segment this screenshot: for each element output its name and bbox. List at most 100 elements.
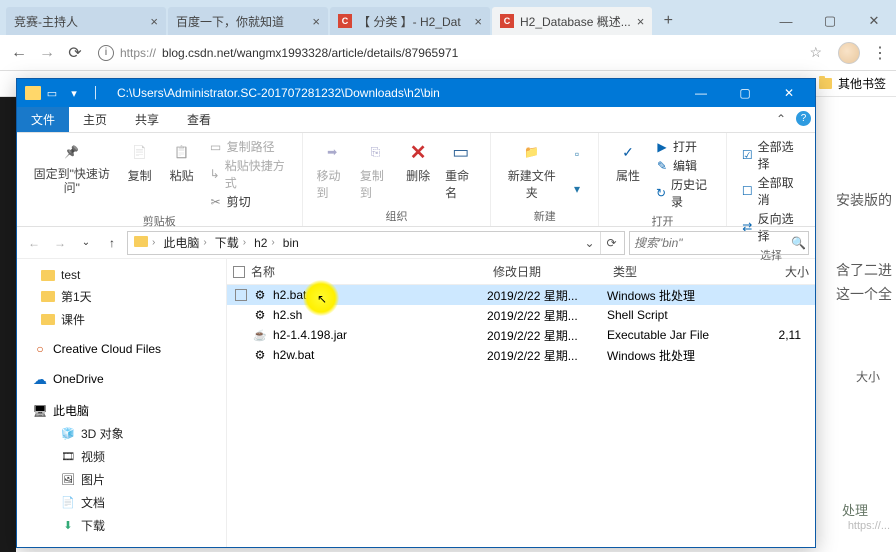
tab-close-icon[interactable]: × (474, 14, 482, 29)
properties-button[interactable]: 属性 (607, 137, 649, 211)
kebab-menu-icon[interactable]: ⋮ (872, 43, 888, 63)
explorer-titlebar[interactable]: ▭ ▾ │ C:\Users\Administrator.SC-20170728… (17, 79, 815, 107)
rename-button[interactable]: 重命名 (439, 137, 482, 206)
folder-icon (41, 290, 55, 304)
browser-tab-title: 竞赛-主持人 (14, 13, 144, 30)
copyto-button[interactable]: ⎘复制到 (354, 137, 397, 206)
browser-tab-0[interactable]: 竞赛-主持人 × (6, 7, 166, 35)
file-row[interactable]: h2w.bat 2019/2/22 星期... Windows 批处理 (227, 345, 815, 365)
search-box[interactable]: 🔍 (629, 231, 809, 255)
bat-icon (253, 288, 267, 302)
breadcrumb-item[interactable]: bin (279, 236, 303, 250)
file-row[interactable]: h2-1.4.198.jar 2019/2/22 星期... Executabl… (227, 325, 815, 345)
navpane-item[interactable]: 课件 (19, 308, 224, 331)
minimize-button[interactable]: — (679, 79, 723, 107)
back-button[interactable]: ← (8, 42, 30, 64)
history-button[interactable]: ↻历史记录 (653, 175, 714, 211)
folder-icon (41, 313, 55, 327)
nav-up-button[interactable]: ↑ (101, 232, 123, 254)
cut-button[interactable]: 剪切 (207, 192, 290, 211)
navpane-item[interactable]: 文档 (19, 491, 224, 514)
help-icon[interactable]: ? (796, 111, 811, 126)
navpane-item[interactable]: 下载 (19, 514, 224, 537)
maximize-button[interactable]: ▢ (808, 7, 852, 35)
easy-icon: ▾ (570, 182, 584, 196)
open-button[interactable]: ▶打开 (653, 137, 714, 156)
qat-overflow-icon[interactable]: │ (85, 82, 107, 104)
file-row[interactable]: h2.sh 2019/2/22 星期... Shell Script (227, 305, 815, 325)
copy-button[interactable]: 复制 (119, 137, 161, 211)
refresh-icon[interactable]: ⟳ (600, 232, 622, 254)
close-button[interactable]: ✕ (767, 79, 811, 107)
bookmark-star-icon[interactable]: ☆ (809, 44, 822, 61)
breadcrumb[interactable]: › 此电脑› 下载› h2› bin ⌄ ⟳ (127, 231, 625, 255)
tab-file[interactable]: 文件 (17, 107, 69, 132)
navpane-item[interactable]: test (19, 265, 224, 285)
qat-button[interactable]: ▾ (63, 82, 85, 104)
easy-access-button[interactable]: ▾ (568, 181, 586, 197)
navpane-item[interactable]: 3D 对象 (19, 422, 224, 445)
profile-avatar[interactable] (838, 42, 860, 64)
tab-view[interactable]: 查看 (173, 107, 225, 132)
tab-share[interactable]: 共享 (121, 107, 173, 132)
breadcrumb-dropdown-icon[interactable]: ⌄ (578, 232, 600, 254)
navpane-item-onedrive[interactable]: OneDrive (19, 369, 224, 389)
qat-button[interactable]: ▭ (41, 82, 63, 104)
breadcrumb-item[interactable]: h2› (250, 236, 279, 250)
navpane-item[interactable]: 第1天 (19, 285, 224, 308)
new-folder-button[interactable]: 新建文件夹 (499, 137, 564, 206)
edit-button[interactable]: ✎编辑 (653, 156, 714, 175)
paste-shortcut-button[interactable]: ↳粘贴快捷方式 (207, 156, 290, 192)
moveto-button[interactable]: ➡移动到 (311, 137, 354, 206)
tab-close-icon[interactable]: × (637, 14, 645, 29)
new-tab-button[interactable]: + (654, 7, 682, 35)
navpane-item-thispc[interactable]: 此电脑 (19, 399, 224, 422)
browser-tab-2[interactable]: C 【 分类 】- H2_Dat × (330, 7, 490, 35)
paste-button[interactable]: 粘贴 (161, 137, 203, 211)
nav-history-dropdown[interactable]: ⌄ (75, 232, 97, 254)
col-size[interactable]: 大小 (737, 263, 815, 280)
select-none-button[interactable]: ☐全部取消 (739, 173, 803, 209)
nav-back-button[interactable]: ← (23, 232, 45, 254)
tab-close-icon[interactable]: × (150, 14, 158, 29)
browser-tab-3[interactable]: C H2_Database 概述... × (492, 7, 652, 35)
search-input[interactable] (634, 236, 791, 250)
col-name[interactable]: 名称 (227, 263, 487, 280)
pin-quickaccess-button[interactable]: 固定到"快速访问" (25, 137, 119, 211)
creativecloud-icon (33, 342, 47, 356)
rename-icon (448, 139, 474, 165)
breadcrumb-item[interactable]: 此电脑› (159, 234, 210, 251)
header-checkbox[interactable] (233, 266, 245, 278)
browser-tab-1[interactable]: 百度一下，你就知道 × (168, 7, 328, 35)
copy-icon (127, 139, 153, 165)
navpane-item[interactable]: 视频 (19, 445, 224, 468)
nav-forward-button[interactable]: → (49, 232, 71, 254)
maximize-button[interactable]: ▢ (723, 79, 767, 107)
breadcrumb-item[interactable]: 下载› (211, 234, 250, 251)
url-input[interactable]: i https://blog.csdn.net/wangmx1993328/ar… (92, 45, 803, 61)
minimize-button[interactable]: — (764, 7, 808, 35)
new-item-button[interactable]: ▫ (568, 146, 586, 162)
close-button[interactable]: ✕ (852, 7, 896, 35)
copy-path-button[interactable]: ▭复制路径 (207, 137, 290, 156)
row-checkbox[interactable] (235, 289, 247, 301)
search-icon[interactable]: 🔍 (791, 236, 806, 250)
file-row[interactable]: h2.bat ↖ 2019/2/22 星期... Windows 批处理 (227, 285, 815, 305)
site-info-icon[interactable]: i (98, 45, 114, 61)
select-all-button[interactable]: ☑全部选择 (739, 137, 803, 173)
group-label: 新建 (499, 206, 590, 224)
breadcrumb-root[interactable]: › (130, 236, 159, 250)
nav-pane[interactable]: test 第1天 课件 Creative Cloud Files OneDriv… (17, 259, 227, 547)
reload-button[interactable]: ⟳ (64, 42, 86, 64)
navpane-item[interactable]: 图片 (19, 468, 224, 491)
tab-home[interactable]: 主页 (69, 105, 121, 132)
file-list-pane[interactable]: 名称 修改日期 类型 大小 h2.bat ↖ 2019/2/22 星期... W… (227, 259, 815, 547)
collapse-ribbon-icon[interactable]: ⌃ (776, 112, 786, 126)
other-bookmarks[interactable]: 其他书签 (838, 75, 886, 92)
tab-close-icon[interactable]: × (312, 14, 320, 29)
navpane-item-creative[interactable]: Creative Cloud Files (19, 339, 224, 359)
forward-button[interactable]: → (36, 42, 58, 64)
col-date[interactable]: 修改日期 (487, 263, 607, 280)
delete-button[interactable]: 删除 (397, 137, 439, 206)
col-type[interactable]: 类型 (607, 263, 737, 280)
